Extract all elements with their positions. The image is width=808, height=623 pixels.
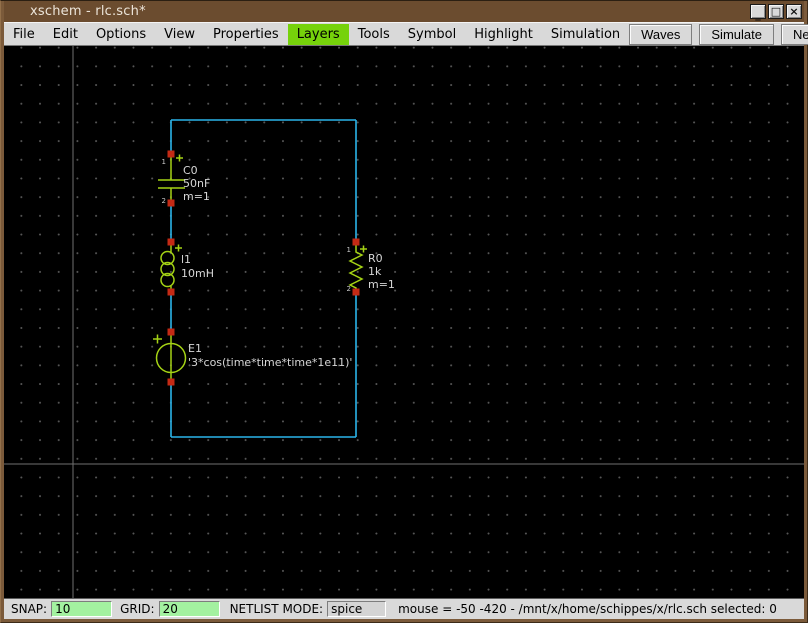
grid-input[interactable]: 20 <box>159 601 220 617</box>
inductor-symbol[interactable] <box>161 244 182 289</box>
pin-l1-1[interactable] <box>168 239 175 246</box>
simulate-button[interactable]: Simulate <box>699 24 774 45</box>
r0-value-label[interactable]: 1k <box>368 265 382 278</box>
menu-view[interactable]: View <box>155 24 204 45</box>
pin-c0-1[interactable] <box>168 151 175 158</box>
pin-l1-2[interactable] <box>168 289 175 296</box>
menu-highlight[interactable]: Highlight <box>465 24 542 45</box>
resistor-symbol[interactable] <box>350 244 367 289</box>
window-controls: _ □ × <box>750 4 802 19</box>
netlist-mode-input[interactable]: spice <box>327 601 386 617</box>
source-symbol[interactable] <box>153 335 186 381</box>
window-title: xschem - rlc.sch* <box>30 4 146 19</box>
menu-options[interactable]: Options <box>87 24 155 45</box>
pin-e1-2[interactable] <box>168 379 175 386</box>
c0-value-label[interactable]: 50nF <box>183 177 210 190</box>
grid-label: GRID: <box>120 602 154 616</box>
pin-e1-1[interactable] <box>168 329 175 336</box>
maximize-button[interactable]: □ <box>768 4 784 19</box>
menu-bar: File Edit Options View Properties Layers… <box>4 22 804 46</box>
component-labels: C0 50nF m=1 1 2 l1 10mH E1 '3*cos(time*t… <box>162 158 395 369</box>
c0-mult-label[interactable]: m=1 <box>183 190 210 203</box>
toolbar-buttons: Waves Simulate Netlist Help <box>629 23 808 45</box>
mouse-status-text: mouse = -50 -420 - /mnt/x/home/schippes/… <box>398 602 777 616</box>
menu-edit[interactable]: Edit <box>44 24 87 45</box>
snap-label: SNAP: <box>11 602 47 616</box>
snap-input[interactable]: 10 <box>51 601 112 617</box>
l1-value-label[interactable]: 10mH <box>181 267 214 280</box>
pin-r0-2[interactable] <box>353 289 360 296</box>
c0-ref-label[interactable]: C0 <box>183 164 198 177</box>
menu-tools[interactable]: Tools <box>349 24 399 45</box>
r0-mult-label[interactable]: m=1 <box>368 278 395 291</box>
netlist-button[interactable]: Netlist <box>781 24 808 45</box>
e1-ref-label[interactable]: E1 <box>188 342 202 355</box>
l1-ref-label[interactable]: l1 <box>181 253 191 266</box>
menu-file[interactable]: File <box>4 24 44 45</box>
rlc-circuit-drawing: C0 50nF m=1 1 2 l1 10mH E1 '3*cos(time*t… <box>4 46 804 598</box>
r0-ref-label[interactable]: R0 <box>368 252 383 265</box>
close-button[interactable]: × <box>786 4 802 19</box>
menu-symbol[interactable]: Symbol <box>399 24 465 45</box>
waves-button[interactable]: Waves <box>629 24 692 45</box>
pin-r0-1[interactable] <box>353 239 360 246</box>
c0-pin2-number: 2 <box>162 197 166 205</box>
menu-simulation[interactable]: Simulation <box>542 24 629 45</box>
netlist-mode-label: NETLIST MODE: <box>230 602 324 616</box>
schematic-canvas[interactable]: C0 50nF m=1 1 2 l1 10mH E1 '3*cos(time*t… <box>4 46 804 598</box>
title-bar[interactable]: xschem - rlc.sch* _ □ × <box>4 1 804 22</box>
r0-pin2-number: 2 <box>347 285 351 293</box>
pin-c0-2[interactable] <box>168 200 175 207</box>
menu-layers[interactable]: Layers <box>288 24 349 45</box>
e1-value-label[interactable]: '3*cos(time*time*time*1e11)' <box>188 356 352 369</box>
r0-pin1-number: 1 <box>347 246 351 254</box>
menu-properties[interactable]: Properties <box>204 24 288 45</box>
c0-pin1-number: 1 <box>162 158 166 166</box>
status-bar: SNAP: 10 GRID: 20 NETLIST MODE: spice mo… <box>4 598 804 619</box>
minimize-button[interactable]: _ <box>750 4 766 19</box>
